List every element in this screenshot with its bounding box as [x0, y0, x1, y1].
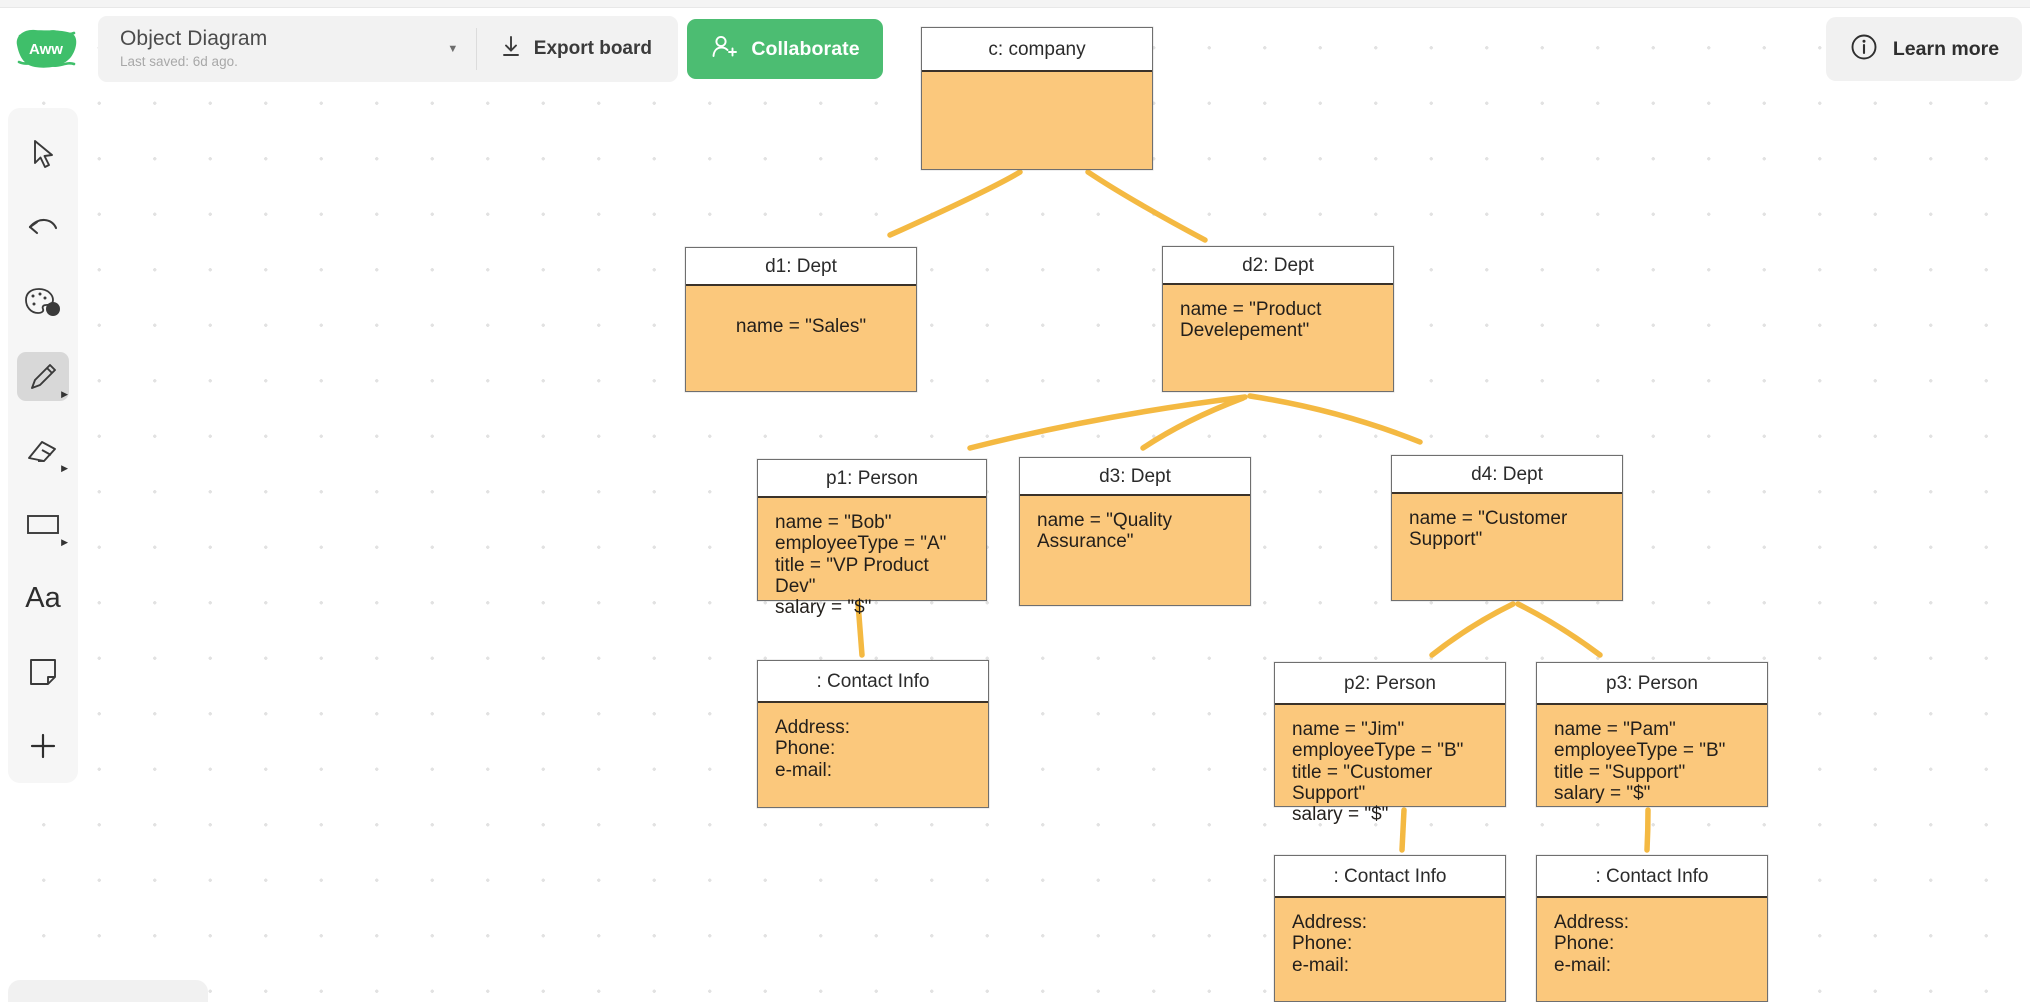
node-title-d3: d3: Dept [1020, 458, 1250, 496]
node-attributes-d2: name = "Product Develepement" [1180, 299, 1322, 342]
node-title-ci3: : Contact Info [1537, 856, 1767, 898]
connector-d4-p2 [1429, 601, 1516, 658]
object-node-ci1[interactable]: : Contact Info Address: Phone: e-mail: [757, 660, 989, 808]
node-title-ci1: : Contact Info [758, 661, 988, 703]
toolbar-divider [475, 28, 477, 70]
select-tool[interactable] [17, 131, 69, 180]
pen-options-caret-icon[interactable]: ▶ [61, 390, 68, 399]
connector-d2-d4 [1247, 393, 1423, 445]
board-last-saved: Last saved: 6d ago. [120, 54, 238, 69]
pen-tool[interactable]: ▶ [17, 352, 69, 402]
object-node-d4[interactable]: d4: Dept name = "Customer Support" [1391, 455, 1623, 601]
connector-d4-p3 [1515, 601, 1603, 658]
connector-c-d2 [1085, 169, 1208, 243]
learn-more-button[interactable]: Learn more [1826, 17, 2022, 81]
node-attributes-p2: name = "Jim" employeeType = "B" title = … [1292, 719, 1464, 826]
object-node-d2[interactable]: d2: Dept name = "Product Develepement" [1162, 246, 1394, 392]
node-attributes-d3: name = "Quality Assurance" [1037, 510, 1173, 553]
node-title-d1: d1: Dept [686, 248, 916, 286]
node-title-p3: p3: Person [1537, 663, 1767, 705]
eraser-options-caret-icon[interactable]: ▶ [61, 463, 68, 473]
object-node-d3[interactable]: d3: Dept name = "Quality Assurance" [1019, 457, 1251, 606]
info-circle-icon [1849, 32, 1879, 67]
export-board-button[interactable]: Export board [483, 16, 678, 82]
undo-tool[interactable] [17, 204, 69, 253]
node-attributes-ci1: Address: Phone: e-mail: [775, 717, 850, 781]
object-node-p3[interactable]: p3: Person name = "Pam" employeeType = "B… [1536, 662, 1768, 807]
node-attributes-ci3: Address: Phone: e-mail: [1554, 912, 1629, 976]
node-title-c: c: company [922, 28, 1152, 72]
board-title: Object Diagram [120, 27, 268, 50]
node-attributes-c [922, 72, 1152, 110]
object-node-ci2[interactable]: : Contact Info Address: Phone: e-mail: [1274, 855, 1506, 1002]
text-tool[interactable]: Aa [17, 574, 69, 623]
aww-logo-text: Aww [29, 41, 63, 58]
collaborate-label: Collaborate [751, 37, 860, 60]
node-title-d2: d2: Dept [1163, 247, 1393, 285]
zoom-controls-panel[interactable] [8, 980, 208, 1002]
object-node-ci3[interactable]: : Contact Info Address: Phone: e-mail: [1536, 855, 1768, 1002]
collaborate-button[interactable]: Collaborate [687, 19, 883, 79]
left-toolbar: ▶ ▶ ▶ Aa [8, 108, 78, 783]
node-attributes-d4: name = "Customer Support" [1409, 508, 1568, 551]
board-title-bar: Object Diagram Last saved: 6d ago. ▼ Exp… [98, 16, 678, 82]
object-node-p2[interactable]: p2: Person name = "Jim" employeeType = "B… [1274, 662, 1506, 825]
export-board-label: Export board [533, 38, 652, 59]
node-title-d4: d4: Dept [1392, 456, 1622, 494]
node-attributes-p1: name = "Bob" employeeType = "A" title = … [775, 512, 947, 619]
object-node-p1[interactable]: p1: Person name = "Bob" employeeType = "A… [757, 459, 987, 618]
connector-p3-ci3 [1644, 807, 1651, 853]
node-attributes-ci2: Address: Phone: e-mail: [1292, 912, 1367, 976]
object-node-c[interactable]: c: company [921, 27, 1153, 170]
add-tool[interactable] [17, 722, 69, 771]
eraser-tool[interactable]: ▶ [17, 426, 69, 475]
node-title-p2: p2: Person [1275, 663, 1505, 705]
node-attributes-d1: name = "Sales" [735, 316, 867, 337]
aww-logo[interactable]: Aww [12, 26, 80, 72]
node-title-p1: p1: Person [758, 460, 986, 498]
connector-d2-p1 [967, 394, 1248, 451]
diagram-canvas[interactable]: c: company d1: Dept name = "Sales" d2: Dept… [0, 0, 2030, 1002]
node-title-ci2: : Contact Info [1275, 856, 1505, 898]
color-tool[interactable] [17, 278, 69, 327]
chevron-down-icon[interactable]: ▼ [436, 43, 470, 55]
object-node-d1[interactable]: d1: Dept name = "Sales" [685, 247, 917, 392]
board-title-block[interactable]: Object Diagram Last saved: 6d ago. [98, 27, 436, 71]
node-attributes-p3: name = "Pam" employeeType = "B" title = … [1554, 719, 1726, 804]
shape-tool[interactable]: ▶ [17, 500, 69, 549]
user-plus-icon [710, 34, 738, 65]
download-icon [501, 35, 521, 64]
connector-c-d1 [887, 169, 1023, 238]
whiteboard-app: c: company d1: Dept name = "Sales" d2: Dept… [0, 0, 2030, 1002]
sticky-note-tool[interactable] [17, 648, 69, 697]
learn-more-label: Learn more [1892, 37, 2000, 60]
shape-options-caret-icon[interactable]: ▶ [61, 537, 68, 547]
text-aa-icon: Aa [25, 581, 61, 614]
